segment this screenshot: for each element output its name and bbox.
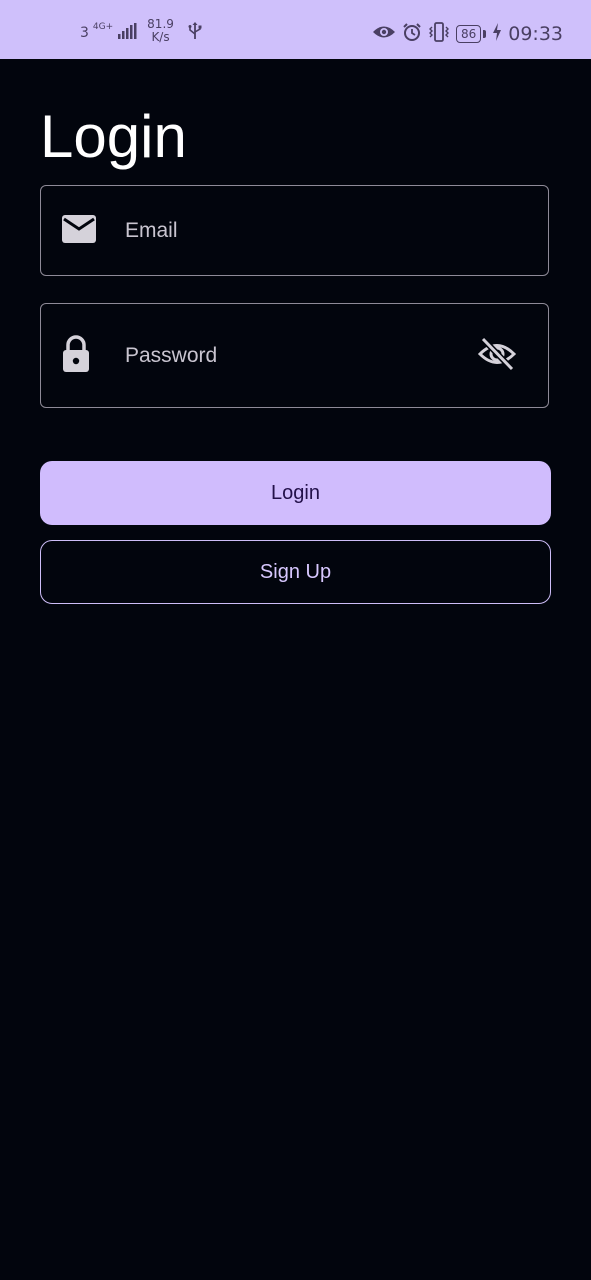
email-field[interactable]: Email xyxy=(40,185,549,276)
eye-icon xyxy=(372,24,396,44)
login-button[interactable]: Login xyxy=(40,461,551,525)
lock-icon xyxy=(61,334,91,377)
sim-indicator: 3 xyxy=(80,25,89,41)
network-speed: 81.9 K/s xyxy=(147,18,174,44)
alarm-icon xyxy=(402,22,422,46)
battery-level: 86 xyxy=(455,25,482,43)
status-right: 86 09:33 xyxy=(372,22,563,46)
email-placeholder: Email xyxy=(125,218,178,242)
battery-icon: 86 xyxy=(455,25,487,43)
usb-icon xyxy=(188,22,202,44)
signal-icon xyxy=(117,23,137,43)
speed-unit: K/s xyxy=(151,30,170,44)
network-type: 4G+ xyxy=(92,22,114,32)
status-bar: 3 4G+ 81.9 K/s 86 09:33 xyxy=(0,0,591,59)
clock: 09:33 xyxy=(508,23,563,45)
password-placeholder: Password xyxy=(125,343,218,367)
vibrate-icon xyxy=(428,22,450,46)
visibility-off-icon[interactable] xyxy=(477,336,517,375)
signup-button[interactable]: Sign Up xyxy=(40,540,551,604)
status-left: 3 4G+ 81.9 K/s xyxy=(80,18,202,44)
page-title: Login xyxy=(40,103,187,170)
mail-icon xyxy=(61,214,97,248)
password-field[interactable]: Password xyxy=(40,303,549,408)
charging-icon xyxy=(492,23,502,45)
